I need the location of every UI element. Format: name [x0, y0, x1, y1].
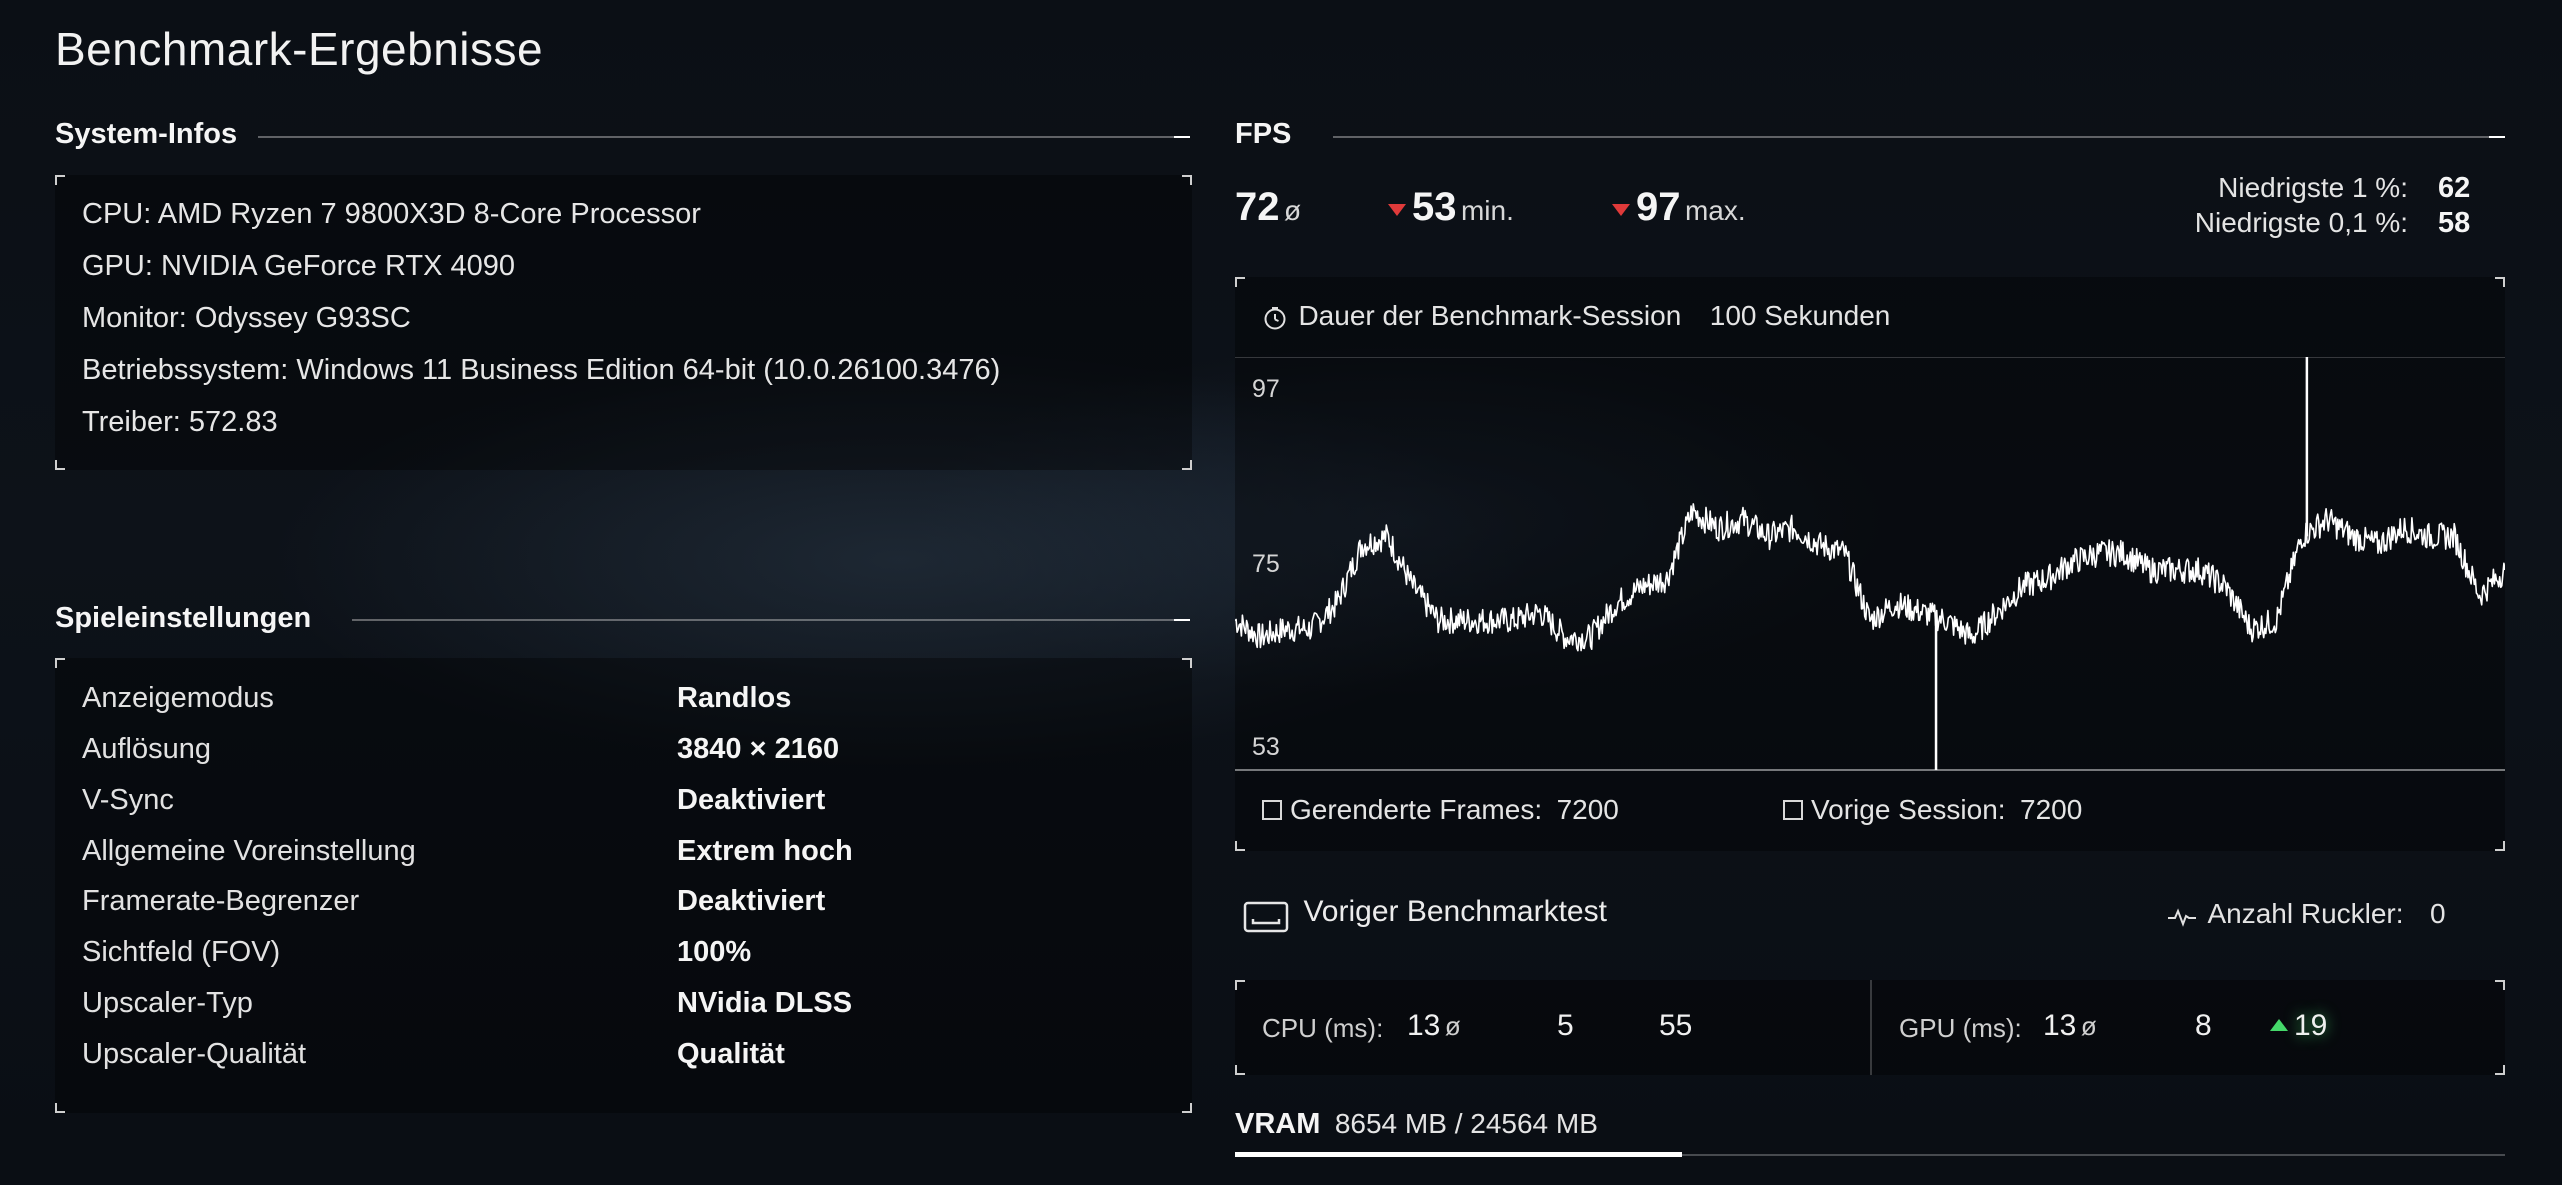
vram-label: VRAM: [1235, 1108, 1321, 1140]
system-info-os: Betriebssystem: Windows 11 Business Edit…: [82, 354, 1001, 386]
y-tick-label: 53: [1252, 733, 1280, 761]
game-settings-panel: Anzeigemodus Randlos Auflösung 3840 × 21…: [55, 658, 1192, 1113]
fps-max-unit: max.: [1684, 195, 1746, 226]
setting-value: Deaktiviert: [677, 784, 826, 816]
page-title: Benchmark-Ergebnisse: [55, 23, 544, 75]
vram-bar-fill: [1235, 1152, 1683, 1157]
system-info-heading: System-Infos: [55, 118, 238, 150]
checkbox-previous-session[interactable]: [1783, 800, 1803, 820]
fps-average-unit: ø: [1283, 195, 1302, 226]
system-info-panel: CPU: AMD Ryzen 7 9800X3D 8-Core Processo…: [55, 175, 1192, 470]
fps-average: 72 ø: [1235, 185, 1301, 230]
setting-value: Extrem hoch: [677, 835, 853, 867]
setting-label: Sichtfeld (FOV): [82, 936, 281, 968]
fps-max: 97 max.: [1612, 185, 1746, 230]
setting-value: NVidia DLSS: [677, 987, 853, 1019]
fps-chart-panel: Dauer der Benchmark-Session 100 Sekunden…: [1235, 277, 2505, 851]
gpu-avg-value: 13: [2043, 1009, 2077, 1042]
vram-value: 8654 MB / 24564 MB: [1334, 1108, 1598, 1139]
stutter-label: Anzahl Ruckler:: [2207, 898, 2404, 929]
duration-value: 100 Sekunden: [1709, 300, 1891, 331]
cpu-ms-label: CPU (ms):: [1262, 1013, 1384, 1043]
section-divider: [258, 136, 1190, 138]
lowest-1-value: 62: [2438, 172, 2471, 204]
fps-max-value: 97: [1636, 185, 1681, 229]
duration-label: Dauer der Benchmark-Session: [1298, 300, 1682, 331]
vram-usage: VRAM 8654 MB / 24564 MB: [1235, 1108, 1598, 1141]
arrow-up-icon: [2270, 1019, 2288, 1031]
bracket-icon: [1243, 901, 1289, 933]
cpu-ms-average: 13 ø: [1407, 1009, 1461, 1043]
fps-line-chart: 97 75 53: [1235, 357, 2505, 771]
setting-value: 100%: [677, 936, 752, 968]
cpu-avg-unit: ø: [1444, 1011, 1461, 1041]
y-tick-label: 75: [1252, 550, 1280, 578]
system-info-cpu: CPU: AMD Ryzen 7 9800X3D 8-Core Processo…: [82, 198, 701, 230]
previous-benchmark-label: Voriger Benchmarktest: [1303, 895, 1607, 928]
gpu-ms-label: GPU (ms):: [1899, 1013, 2022, 1043]
rendered-frames-value: 7200: [1556, 794, 1619, 825]
setting-label: Upscaler-Qualität: [82, 1038, 307, 1070]
fps-min-unit: min.: [1460, 195, 1514, 226]
clock-icon: [1264, 306, 1286, 330]
gpu-ms-average: 13 ø: [2043, 1009, 2097, 1043]
arrow-down-icon: [1612, 203, 1630, 216]
setting-label: V-Sync: [82, 784, 174, 816]
setting-label: Upscaler-Typ: [82, 987, 253, 1019]
lowest-1-label: Niedrigste 1 %:: [2218, 172, 2408, 203]
vram-bar-track: [1235, 1152, 2505, 1157]
rendered-frames: Gerenderte Frames: 7200: [1262, 794, 1619, 826]
fps-min: 53 min.: [1388, 185, 1514, 230]
lowest-01-value: 58: [2438, 207, 2471, 239]
y-tick-label: 97: [1252, 375, 1280, 403]
stutter-count: Anzahl Ruckler: 0: [2167, 898, 2446, 930]
fps-heading: FPS: [1235, 118, 1292, 150]
arrow-down-icon: [1388, 203, 1406, 216]
cpu-min-value: 5: [1557, 1009, 1574, 1042]
cpu-avg-value: 13: [1407, 1009, 1441, 1042]
gpu-avg-unit: ø: [2080, 1011, 2097, 1041]
section-divider: [352, 619, 1190, 621]
checkbox-rendered-frames[interactable]: [1262, 800, 1282, 820]
rendered-frames-label: Gerenderte Frames:: [1290, 794, 1543, 825]
pulse-icon: [2168, 908, 2196, 927]
system-info-gpu: GPU: NVIDIA GeForce RTX 4090: [82, 250, 516, 282]
fps-average-value: 72: [1235, 185, 1280, 229]
setting-label: Allgemeine Voreinstellung: [82, 835, 416, 867]
gpu-max: 19: [2270, 1009, 2327, 1043]
setting-value: Deaktiviert: [677, 885, 826, 917]
setting-value: 3840 × 2160: [677, 733, 840, 765]
fps-min-value: 53: [1412, 185, 1457, 229]
gpu-min-value: 8: [2195, 1009, 2212, 1042]
stutter-value: 0: [2430, 898, 2446, 929]
setting-label: Auflösung: [82, 733, 211, 765]
fps-series-line: [1235, 503, 2505, 652]
previous-session-label: Vorige Session:: [1811, 794, 2006, 825]
setting-label: Framerate-Begrenzer: [82, 885, 360, 917]
section-divider: [1333, 136, 2505, 138]
gpu-max-value: 19: [2294, 1009, 2328, 1042]
benchmark-duration: Dauer der Benchmark-Session 100 Sekunden: [1262, 300, 1890, 334]
previous-benchmark-button[interactable]: Voriger Benchmarktest: [1243, 895, 1607, 933]
setting-value: Qualität: [677, 1038, 785, 1070]
previous-session-value: 7200: [2020, 794, 2083, 825]
game-settings-heading: Spieleinstellungen: [55, 602, 312, 634]
panel-divider: [1870, 980, 1872, 1075]
previous-session: Vorige Session: 7200: [1783, 794, 2082, 826]
system-info-driver: Treiber: 572.83: [82, 406, 278, 438]
frametime-panel: CPU (ms): 13 ø 5 55 GPU (ms): 13 ø 8 19: [1235, 980, 2505, 1075]
system-info-monitor: Monitor: Odyssey G93SC: [82, 302, 411, 334]
setting-value: Randlos: [677, 682, 792, 714]
lowest-01-label: Niedrigste 0,1 %:: [2194, 207, 2408, 238]
setting-label: Anzeigemodus: [82, 682, 274, 714]
cpu-max-value: 55: [1659, 1009, 1693, 1042]
